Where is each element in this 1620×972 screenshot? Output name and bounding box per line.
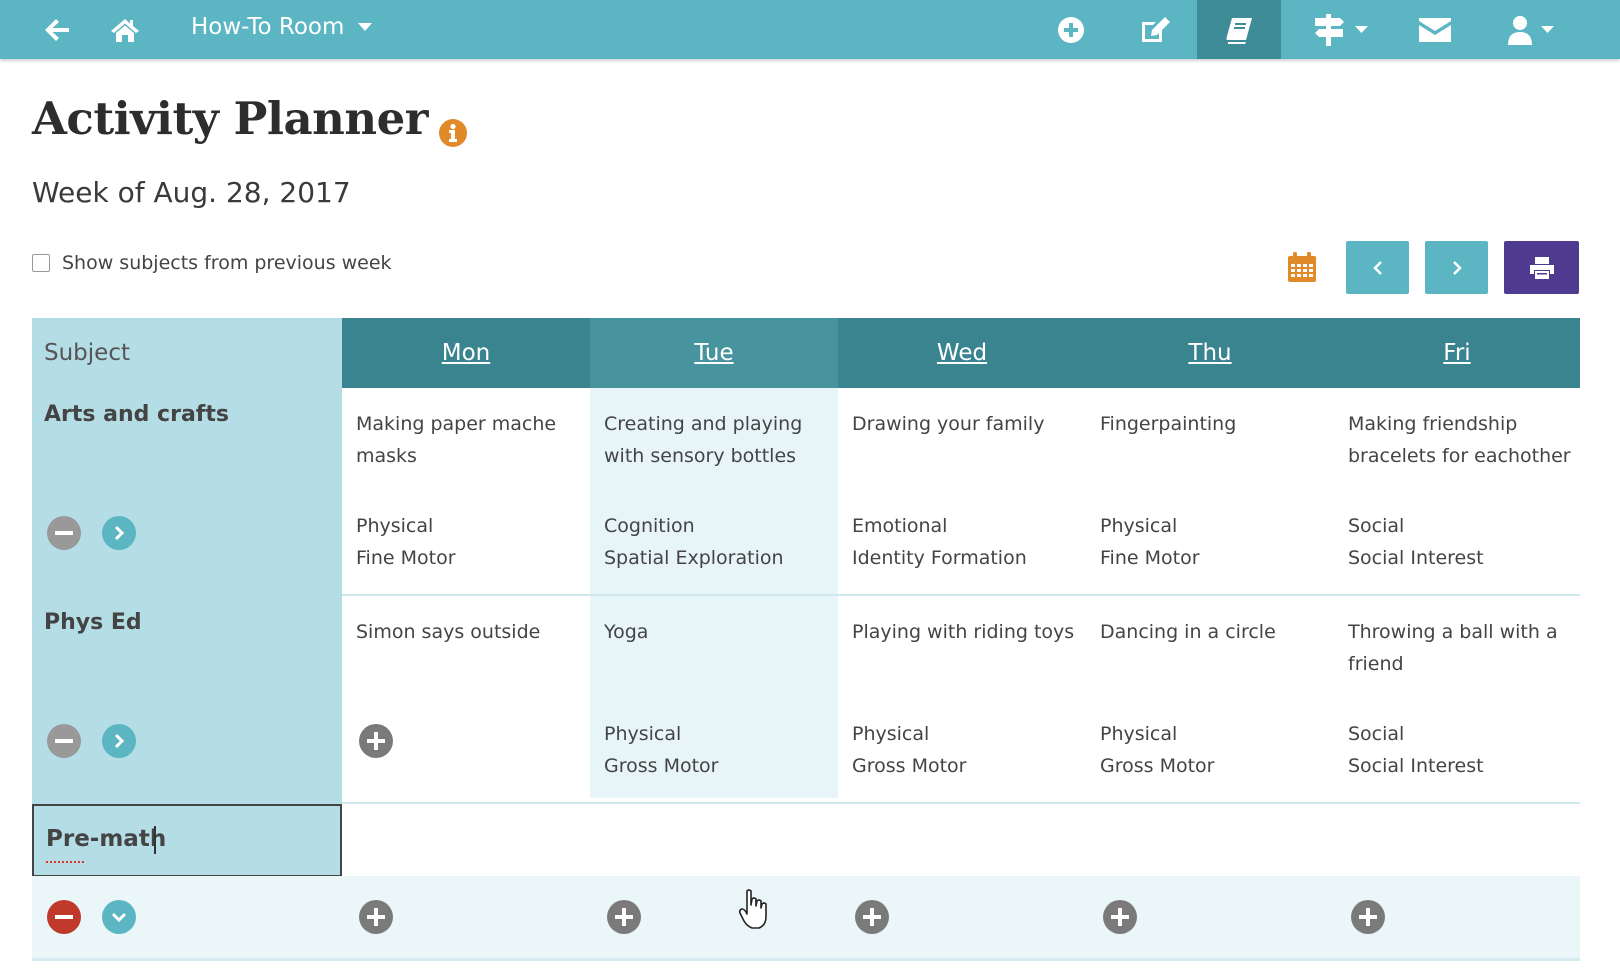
add-activity-button-wed[interactable] bbox=[855, 900, 889, 934]
minus-icon bbox=[55, 739, 73, 743]
add-button[interactable] bbox=[1040, 0, 1102, 59]
plus-icon bbox=[615, 908, 633, 926]
calendar-button[interactable] bbox=[1286, 251, 1318, 287]
plus-icon bbox=[863, 908, 881, 926]
row-divider bbox=[342, 802, 1580, 804]
activity-cell[interactable]: Making paper mache masks bbox=[356, 408, 581, 472]
activity-cell[interactable]: Simon says outside bbox=[356, 616, 581, 648]
domain-label: Physical Gross Motor bbox=[1100, 723, 1215, 777]
chevron-right-icon bbox=[114, 733, 124, 749]
next-week-button[interactable] bbox=[1425, 241, 1488, 294]
domain-label: Physical Fine Motor bbox=[1100, 515, 1200, 569]
subject-name: Arts and crafts bbox=[44, 402, 229, 427]
show-prev-checkbox[interactable] bbox=[32, 254, 50, 272]
top-nav: How-To Room bbox=[0, 0, 1620, 59]
domain-label: Physical Fine Motor bbox=[356, 515, 456, 569]
room-selector[interactable]: How-To Room bbox=[191, 0, 373, 53]
print-icon bbox=[1529, 256, 1554, 279]
remove-subject-button[interactable] bbox=[47, 724, 81, 758]
add-activity-button-tue[interactable] bbox=[607, 900, 641, 934]
plus-icon bbox=[1359, 908, 1377, 926]
day-header-mon[interactable]: Mon bbox=[342, 318, 590, 388]
minus-icon bbox=[55, 531, 73, 535]
user-icon bbox=[1507, 15, 1532, 45]
subject-column bbox=[32, 318, 342, 804]
calendar-icon bbox=[1288, 252, 1316, 282]
info-icon bbox=[439, 119, 467, 147]
print-button[interactable] bbox=[1504, 241, 1579, 294]
prev-week-button[interactable] bbox=[1346, 241, 1409, 294]
expand-subject-button[interactable] bbox=[102, 516, 136, 550]
show-prev-label: Show subjects from previous week bbox=[62, 252, 392, 274]
remove-subject-button[interactable] bbox=[47, 516, 81, 550]
arrow-left-icon bbox=[45, 18, 69, 41]
activity-cell[interactable]: Drawing your family bbox=[852, 408, 1082, 440]
chevron-right-icon bbox=[1452, 260, 1462, 275]
spellcheck-underline bbox=[46, 858, 84, 863]
caret-down-icon bbox=[358, 23, 373, 31]
home-icon bbox=[111, 18, 139, 42]
day-header-tue[interactable]: Tue bbox=[590, 318, 838, 388]
info-button[interactable] bbox=[438, 118, 468, 152]
plus-circle-icon bbox=[1058, 16, 1084, 43]
book-icon bbox=[1226, 17, 1252, 44]
activity-cell[interactable]: Playing with riding toys bbox=[852, 616, 1082, 648]
messages-button[interactable] bbox=[1400, 0, 1470, 59]
add-domain-button[interactable] bbox=[359, 724, 393, 758]
row-divider bbox=[342, 594, 1580, 596]
domain-label: Social Social Interest bbox=[1348, 515, 1484, 569]
domain-label: Physical Gross Motor bbox=[852, 723, 967, 777]
user-menu[interactable] bbox=[1500, 0, 1560, 59]
plus-icon bbox=[1111, 908, 1129, 926]
signpost-menu[interactable] bbox=[1306, 0, 1374, 59]
envelope-icon bbox=[1419, 17, 1451, 42]
home-button[interactable] bbox=[104, 0, 146, 59]
back-button[interactable] bbox=[36, 0, 78, 59]
domain-label: Physical Gross Motor bbox=[604, 723, 719, 777]
chevron-down-icon bbox=[111, 912, 127, 922]
room-label: How-To Room bbox=[191, 13, 345, 40]
page-title: Activity Planner bbox=[32, 92, 428, 145]
row-divider bbox=[32, 958, 1580, 961]
plus-icon bbox=[367, 732, 385, 750]
chevron-right-icon bbox=[114, 525, 124, 541]
caret-down-icon bbox=[1354, 25, 1368, 33]
add-activity-button-mon[interactable] bbox=[359, 900, 393, 934]
day-header-fri[interactable]: Fri bbox=[1334, 318, 1580, 388]
expand-subject-button[interactable] bbox=[102, 724, 136, 758]
new-subject-controls-row bbox=[32, 876, 1580, 958]
subject-header: Subject bbox=[32, 318, 342, 388]
activity-cell[interactable]: Fingerpainting bbox=[1100, 408, 1330, 440]
new-subject-value: Pre-math bbox=[46, 826, 167, 852]
collapse-subject-button[interactable] bbox=[102, 900, 136, 934]
domain-label: Emotional Identity Formation bbox=[852, 515, 1027, 569]
activity-cell[interactable]: Dancing in a circle bbox=[1100, 616, 1330, 648]
caret-down-icon bbox=[1540, 25, 1554, 33]
activity-cell[interactable]: Creating and playing with sensory bottles bbox=[604, 408, 834, 472]
remove-subject-button[interactable] bbox=[47, 900, 81, 934]
domain-label: Social Social Interest bbox=[1348, 723, 1484, 777]
text-caret bbox=[154, 826, 156, 854]
minus-icon bbox=[55, 915, 73, 919]
new-subject-input[interactable]: Pre-math bbox=[32, 804, 342, 877]
hand-cursor-icon bbox=[738, 889, 767, 929]
signpost-icon bbox=[1314, 13, 1344, 46]
subject-name: Phys Ed bbox=[44, 610, 142, 635]
day-header-thu[interactable]: Thu bbox=[1086, 318, 1334, 388]
show-prev-toggle[interactable]: Show subjects from previous week bbox=[32, 252, 392, 274]
planner-nav-button[interactable] bbox=[1197, 0, 1281, 59]
day-header-wed[interactable]: Wed bbox=[838, 318, 1086, 388]
activity-cell[interactable]: Making friendship bracelets for eachother bbox=[1348, 408, 1580, 472]
edit-button[interactable] bbox=[1124, 0, 1186, 59]
edit-icon bbox=[1142, 16, 1170, 42]
add-activity-button-thu[interactable] bbox=[1103, 900, 1137, 934]
domain-label: Cognition Spatial Exploration bbox=[604, 515, 784, 569]
activity-cell[interactable]: Yoga bbox=[604, 616, 834, 648]
week-subtitle: Week of Aug. 28, 2017 bbox=[32, 176, 351, 209]
activity-cell[interactable]: Throwing a ball with a friend bbox=[1348, 616, 1580, 680]
chevron-left-icon bbox=[1372, 260, 1382, 275]
add-activity-button-fri[interactable] bbox=[1351, 900, 1385, 934]
plus-icon bbox=[367, 908, 385, 926]
